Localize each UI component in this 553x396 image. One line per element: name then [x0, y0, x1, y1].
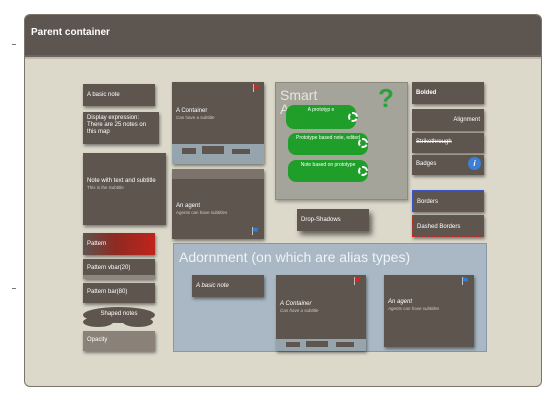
agent-header-bar — [172, 169, 264, 179]
note-dashed-borders-label: Dashed Borders — [417, 224, 461, 230]
note-text-subtitle[interactable]: Note with text and subtitle This is the … — [83, 153, 166, 225]
note-badges-label: Badges — [416, 161, 437, 167]
parent-container-title: Parent container — [31, 27, 110, 38]
note-alignment[interactable]: Alignment — [412, 109, 484, 131]
note-agent-sub: Agents can have subtitles — [176, 209, 228, 215]
note-container[interactable]: A Container Can have a subtitle — [172, 82, 264, 164]
note-drop-shadows-label: Drop-Shadows — [301, 217, 341, 223]
alias-basic-note[interactable]: A basic note — [192, 275, 264, 297]
note-strikethrough[interactable]: Strikethrough — [412, 133, 484, 153]
note-pattern-label: Pattern — [87, 241, 107, 247]
alias-container-content-area — [276, 339, 366, 351]
prototype-edited-note[interactable]: Prototype based note, edited — [288, 133, 368, 155]
child-block — [306, 341, 328, 347]
prototype-ring-icon — [348, 112, 358, 122]
note-text-subtitle-title: Note with text and subtitle — [87, 178, 156, 184]
note-shaped-label: Shaped notes — [100, 311, 138, 317]
note-basic[interactable]: A basic note — [83, 84, 155, 106]
prototype-note[interactable]: A prototyp e — [286, 105, 356, 129]
blue-flag-icon — [462, 277, 469, 285]
header-divider — [25, 55, 541, 59]
red-flag-icon — [253, 84, 260, 92]
note-based-on-prototype[interactable]: Note based on prototype — [288, 160, 368, 182]
alias-container-title: A Container — [280, 301, 312, 307]
alias-agent-title: An agent — [388, 299, 413, 305]
child-block — [286, 342, 300, 347]
note-shaped[interactable]: Shaped notes — [83, 305, 155, 327]
shaped-note-lobe-left — [83, 317, 113, 327]
adornment[interactable]: Adornment (on which are alias types) A b… — [173, 243, 487, 352]
shaped-note-lobe-right — [123, 317, 153, 327]
note-container-sub: Can have a subtitle — [176, 114, 215, 120]
prototype-note-label: A prototyp e — [307, 107, 335, 113]
note-alignment-label: Alignment — [453, 117, 480, 123]
note-borders[interactable]: Borders — [412, 190, 484, 212]
note-bolded-label: Bolded — [416, 90, 437, 96]
blue-flag-icon — [252, 227, 259, 235]
note-dashed-borders[interactable]: Dashed Borders — [412, 215, 484, 237]
margin-tick — [12, 44, 16, 45]
alias-container[interactable]: A Container Can have a subtitle — [276, 275, 366, 351]
child-block — [182, 148, 196, 154]
container-content-area — [172, 144, 264, 164]
note-strikethrough-label: Strikethrough — [416, 139, 452, 145]
prototype-ring-icon — [358, 166, 368, 176]
prototype-edited-note-label: Prototype based note, edited — [296, 135, 360, 141]
note-display-expression[interactable]: Display expression: There are 25 notes o… — [83, 112, 159, 144]
parent-container-header: Parent container — [25, 15, 541, 59]
note-based-on-prototype-label: Note based on prototype — [300, 162, 356, 168]
alias-container-sub: Can have a subtitle — [280, 307, 319, 313]
adornment-title: Adornment (on which are alias types) — [179, 249, 411, 265]
margin-tick — [12, 288, 16, 289]
info-badge-icon: i — [468, 157, 481, 170]
child-block — [336, 342, 354, 347]
parent-container[interactable]: Parent container A basic note Display ex… — [24, 14, 542, 387]
smart-adornment[interactable]: Smart A ? A prototyp e Prototype based n… — [275, 82, 408, 200]
note-pattern-vbar-label: Pattern vbar(20) — [87, 265, 131, 271]
alias-basic-note-label: A basic note — [196, 283, 229, 289]
alias-agent-sub: Agents can have subtitles — [388, 305, 440, 311]
note-text-subtitle-sub: This is the Subtitle — [87, 184, 124, 190]
note-agent[interactable]: An agent Agents can have subtitles — [172, 169, 264, 239]
note-pattern-vbar[interactable]: Pattern vbar(20) — [83, 259, 155, 279]
note-container-title: A Container — [176, 108, 208, 114]
note-borders-label: Borders — [417, 199, 439, 205]
note-pattern-bar[interactable]: Pattern bar(80) — [83, 283, 155, 303]
note-pattern[interactable]: Pattern — [83, 233, 155, 255]
prototype-ring-icon — [358, 138, 368, 148]
note-opacity[interactable]: Opacity — [83, 331, 155, 351]
note-basic-label: A basic note — [87, 92, 120, 98]
note-pattern-bar-label: Pattern bar(80) — [87, 289, 128, 295]
note-opacity-label: Opacity — [87, 337, 108, 343]
alias-agent[interactable]: An agent Agents can have subtitles — [384, 275, 474, 347]
child-block — [232, 149, 250, 154]
red-flag-icon — [354, 277, 361, 285]
question-mark-icon: ? — [378, 83, 394, 113]
note-badges[interactable]: Badges i — [412, 155, 484, 175]
note-drop-shadows[interactable]: Drop-Shadows — [297, 209, 369, 231]
note-agent-title: An agent — [176, 203, 201, 209]
child-block — [202, 146, 224, 154]
note-display-expression-label: Display expression: There are 25 notes o… — [87, 115, 147, 135]
note-bolded[interactable]: Bolded — [412, 82, 484, 104]
